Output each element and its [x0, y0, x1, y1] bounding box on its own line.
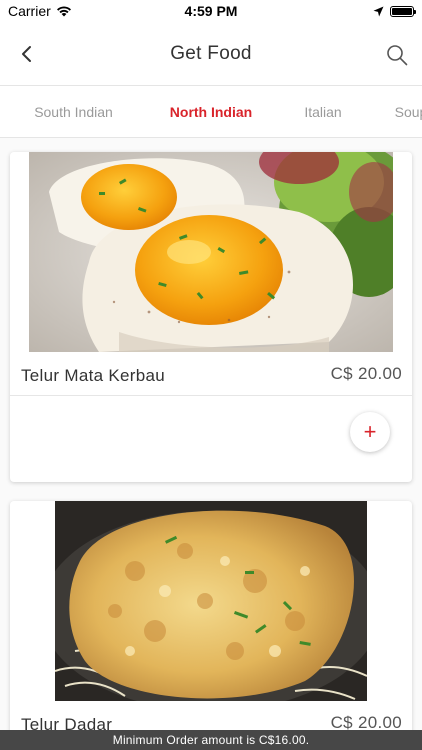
- min-order-banner: Minimum Order amount is C$16.00.: [0, 730, 422, 750]
- food-image: [55, 501, 367, 701]
- category-tabs: South Indian North Indian Italian Soup: [0, 86, 422, 138]
- add-to-cart-button[interactable]: +: [350, 412, 390, 452]
- page-title: Get Food: [170, 42, 252, 64]
- search-icon: [387, 45, 408, 66]
- app-header: Get Food: [0, 22, 422, 86]
- food-price: C$ 20.00: [330, 364, 402, 383]
- location-arrow-icon: [373, 6, 384, 16]
- wifi-icon: [56, 6, 71, 17]
- tab-italian[interactable]: Italian: [290, 86, 356, 137]
- food-image: [29, 152, 393, 352]
- carrier-label: Carrier: [8, 3, 51, 19]
- back-button[interactable]: [14, 42, 38, 66]
- status-right: [373, 5, 416, 17]
- food-name: Telur Mata Kerbau: [21, 366, 166, 385]
- search-button[interactable]: [386, 44, 408, 66]
- food-card[interactable]: Telur Mata Kerbau C$ 20.00 +: [10, 152, 412, 482]
- plus-icon: +: [363, 419, 377, 444]
- tab-north-indian[interactable]: North Indian: [148, 86, 274, 137]
- omelette-image: [55, 501, 367, 701]
- status-left: Carrier: [8, 3, 72, 19]
- status-bar: Carrier 4:59 PM: [0, 0, 422, 22]
- tab-south-indian[interactable]: South Indian: [20, 86, 127, 137]
- card-divider: [10, 395, 412, 396]
- chevron-left-icon: [22, 46, 31, 62]
- battery-icon: [390, 5, 416, 17]
- food-list: Telur Mata Kerbau C$ 20.00 + Telur Dadar…: [0, 138, 422, 750]
- tab-soup[interactable]: Soup: [376, 86, 422, 137]
- food-card[interactable]: Telur Dadar C$ 20.00: [10, 501, 412, 750]
- fried-egg-image: [29, 152, 393, 352]
